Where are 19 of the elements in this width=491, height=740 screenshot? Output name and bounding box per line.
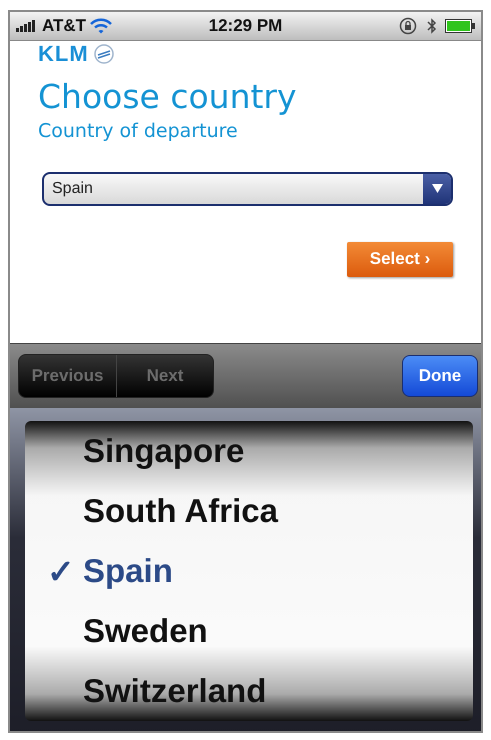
status-time: 12:29 PM [208, 16, 284, 36]
picker-option[interactable]: Sweden [83, 612, 208, 650]
picker-option[interactable]: Singapore [83, 432, 244, 470]
carrier-name: AT&T [42, 16, 86, 36]
signal-icon [16, 20, 38, 32]
picker-option[interactable]: Switzerland [83, 672, 266, 710]
rotation-lock-icon [399, 16, 419, 35]
picker-option[interactable]: South Africa [83, 492, 278, 530]
done-button[interactable]: Done [402, 354, 478, 397]
logo: KLM [38, 42, 89, 65]
picker-option[interactable]: Spain [83, 552, 173, 590]
wifi-icon [90, 18, 112, 34]
bluetooth-icon [427, 16, 437, 35]
page-title: Choose country [38, 76, 298, 116]
dropdown-arrow-icon [432, 184, 442, 194]
country-dropdown[interactable]: Spain [42, 172, 453, 206]
check-mark: ✓ [47, 552, 75, 590]
page-subtitle: Country of departure [38, 120, 239, 142]
battery-icon [445, 18, 475, 33]
